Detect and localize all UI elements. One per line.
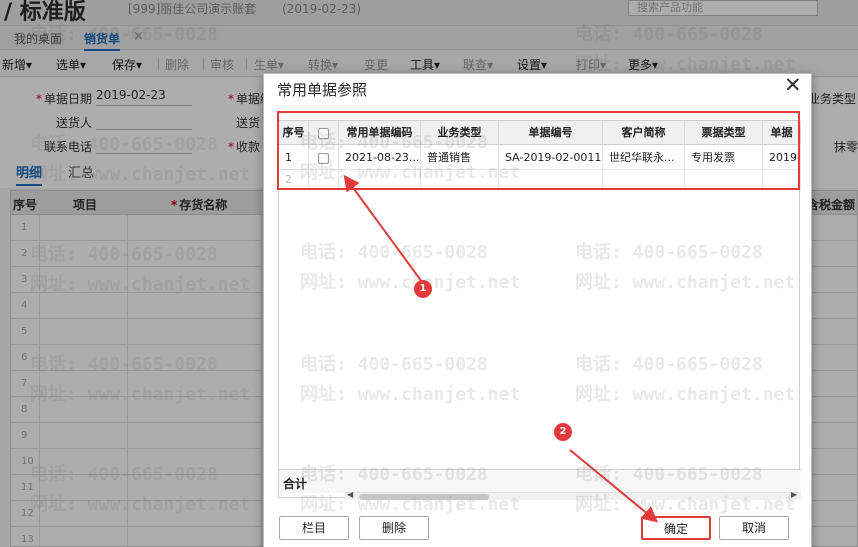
cell-doc-date xyxy=(763,170,801,190)
cell-customer xyxy=(603,170,685,190)
col-ticket-type: 票据类型 xyxy=(685,121,763,145)
cell-ticket-type xyxy=(685,170,763,190)
delete-button[interactable]: 删除 xyxy=(359,516,429,540)
scroll-right-icon[interactable]: ▶ xyxy=(791,490,797,499)
cell-no: 2 xyxy=(279,170,309,190)
cancel-button[interactable]: 取消 xyxy=(719,516,789,540)
scroll-left-icon[interactable]: ◀ xyxy=(347,490,353,499)
cell-select xyxy=(309,170,339,190)
horizontal-scrollbar[interactable]: ◀ ▶ xyxy=(345,490,801,500)
columns-button[interactable]: 栏目 xyxy=(279,516,349,540)
cell-ticket-type: 专用发票 xyxy=(685,145,763,170)
cell-biz-type xyxy=(421,170,499,190)
col-select-all[interactable] xyxy=(309,121,339,145)
cell-customer: 世纪华联永... xyxy=(603,145,685,170)
checkbox-icon[interactable] xyxy=(318,152,329,164)
col-doc-date: 单据 xyxy=(763,121,801,145)
col-biz-type: 业务类型 xyxy=(421,121,499,145)
table-row[interactable]: 2 xyxy=(279,170,801,190)
dialog-title: 常用单据参照 xyxy=(277,81,368,99)
ok-button[interactable]: 确定 xyxy=(641,516,711,540)
col-customer: 客户简称 xyxy=(603,121,685,145)
cell-doc-no xyxy=(499,170,603,190)
cell-code: 2021-08-23... xyxy=(339,145,421,170)
col-code: 常用单据编码 xyxy=(339,121,421,145)
sum-row: 合计 xyxy=(279,469,801,493)
common-doc-dialog: 常用单据参照 ✕ 序号 常用单据编码 业务类型 单据编号 客户简称 票据类型 单… xyxy=(263,73,812,547)
annotation-badge-1: 1 xyxy=(414,280,432,298)
cell-code xyxy=(339,170,421,190)
col-no: 序号 xyxy=(279,121,309,145)
scroll-thumb[interactable] xyxy=(359,494,489,500)
cell-doc-no: SA-2019-02-0011 xyxy=(499,145,603,170)
close-icon[interactable]: ✕ xyxy=(784,73,802,97)
checkbox-icon[interactable] xyxy=(318,127,329,139)
annotation-badge-2: 2 xyxy=(554,423,572,441)
doc-ref-table: 序号 常用单据编码 业务类型 单据编号 客户简称 票据类型 单据 1 2021-… xyxy=(278,120,801,500)
col-doc-no: 单据编号 xyxy=(499,121,603,145)
cell-doc-date: 2019-0 xyxy=(763,145,801,170)
sum-label: 合计 xyxy=(283,477,308,491)
cell-select[interactable] xyxy=(309,145,339,170)
table-row[interactable]: 1 2021-08-23... 普通销售 SA-2019-02-0011 世纪华… xyxy=(279,145,801,170)
cell-no: 1 xyxy=(279,145,309,170)
cell-biz-type: 普通销售 xyxy=(421,145,499,170)
table-header: 序号 常用单据编码 业务类型 单据编号 客户简称 票据类型 单据 xyxy=(279,121,801,145)
